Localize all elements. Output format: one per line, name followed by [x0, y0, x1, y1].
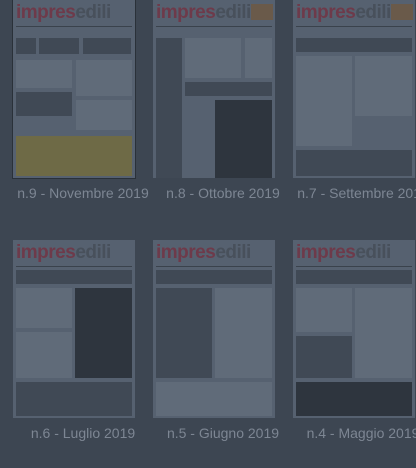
issue-cover-image[interactable]: impresedili	[293, 240, 415, 418]
issue-label[interactable]: n.4 - Maggio 2019	[293, 425, 416, 442]
masthead-logo: impresedili	[156, 2, 251, 23]
cover-badge	[251, 4, 273, 20]
masthead-logo: impresedili	[156, 242, 251, 263]
masthead-logo: impresedili	[296, 242, 391, 263]
issue-label[interactable]: n.9 - Novembre 2019	[13, 185, 153, 202]
issue-cover-image[interactable]: impresedili	[12, 0, 136, 179]
issue-cover-image[interactable]: impresedili	[153, 240, 275, 418]
issue-label[interactable]: n.5 - Giugno 2019	[153, 425, 293, 442]
issue-label[interactable]: n.8 - Ottobre 2019	[153, 185, 293, 202]
issue-label[interactable]: n.6 - Luglio 2019	[13, 425, 153, 442]
masthead-logo: impresedili	[296, 2, 391, 23]
issue-cover-image[interactable]: impresedili	[153, 0, 275, 178]
masthead-logo: impresedili	[16, 2, 111, 23]
issue-cover-image[interactable]: impresedili	[293, 0, 415, 178]
cover-badge	[391, 4, 413, 20]
issue-archive-grid: impresedili n.9 - Novembre 2019 impresed…	[0, 0, 416, 468]
issue-label[interactable]: n.7 - Settembre 2019	[293, 185, 416, 202]
masthead-logo: impresedili	[16, 242, 111, 263]
issue-cover-image[interactable]: impresedili	[13, 240, 135, 418]
